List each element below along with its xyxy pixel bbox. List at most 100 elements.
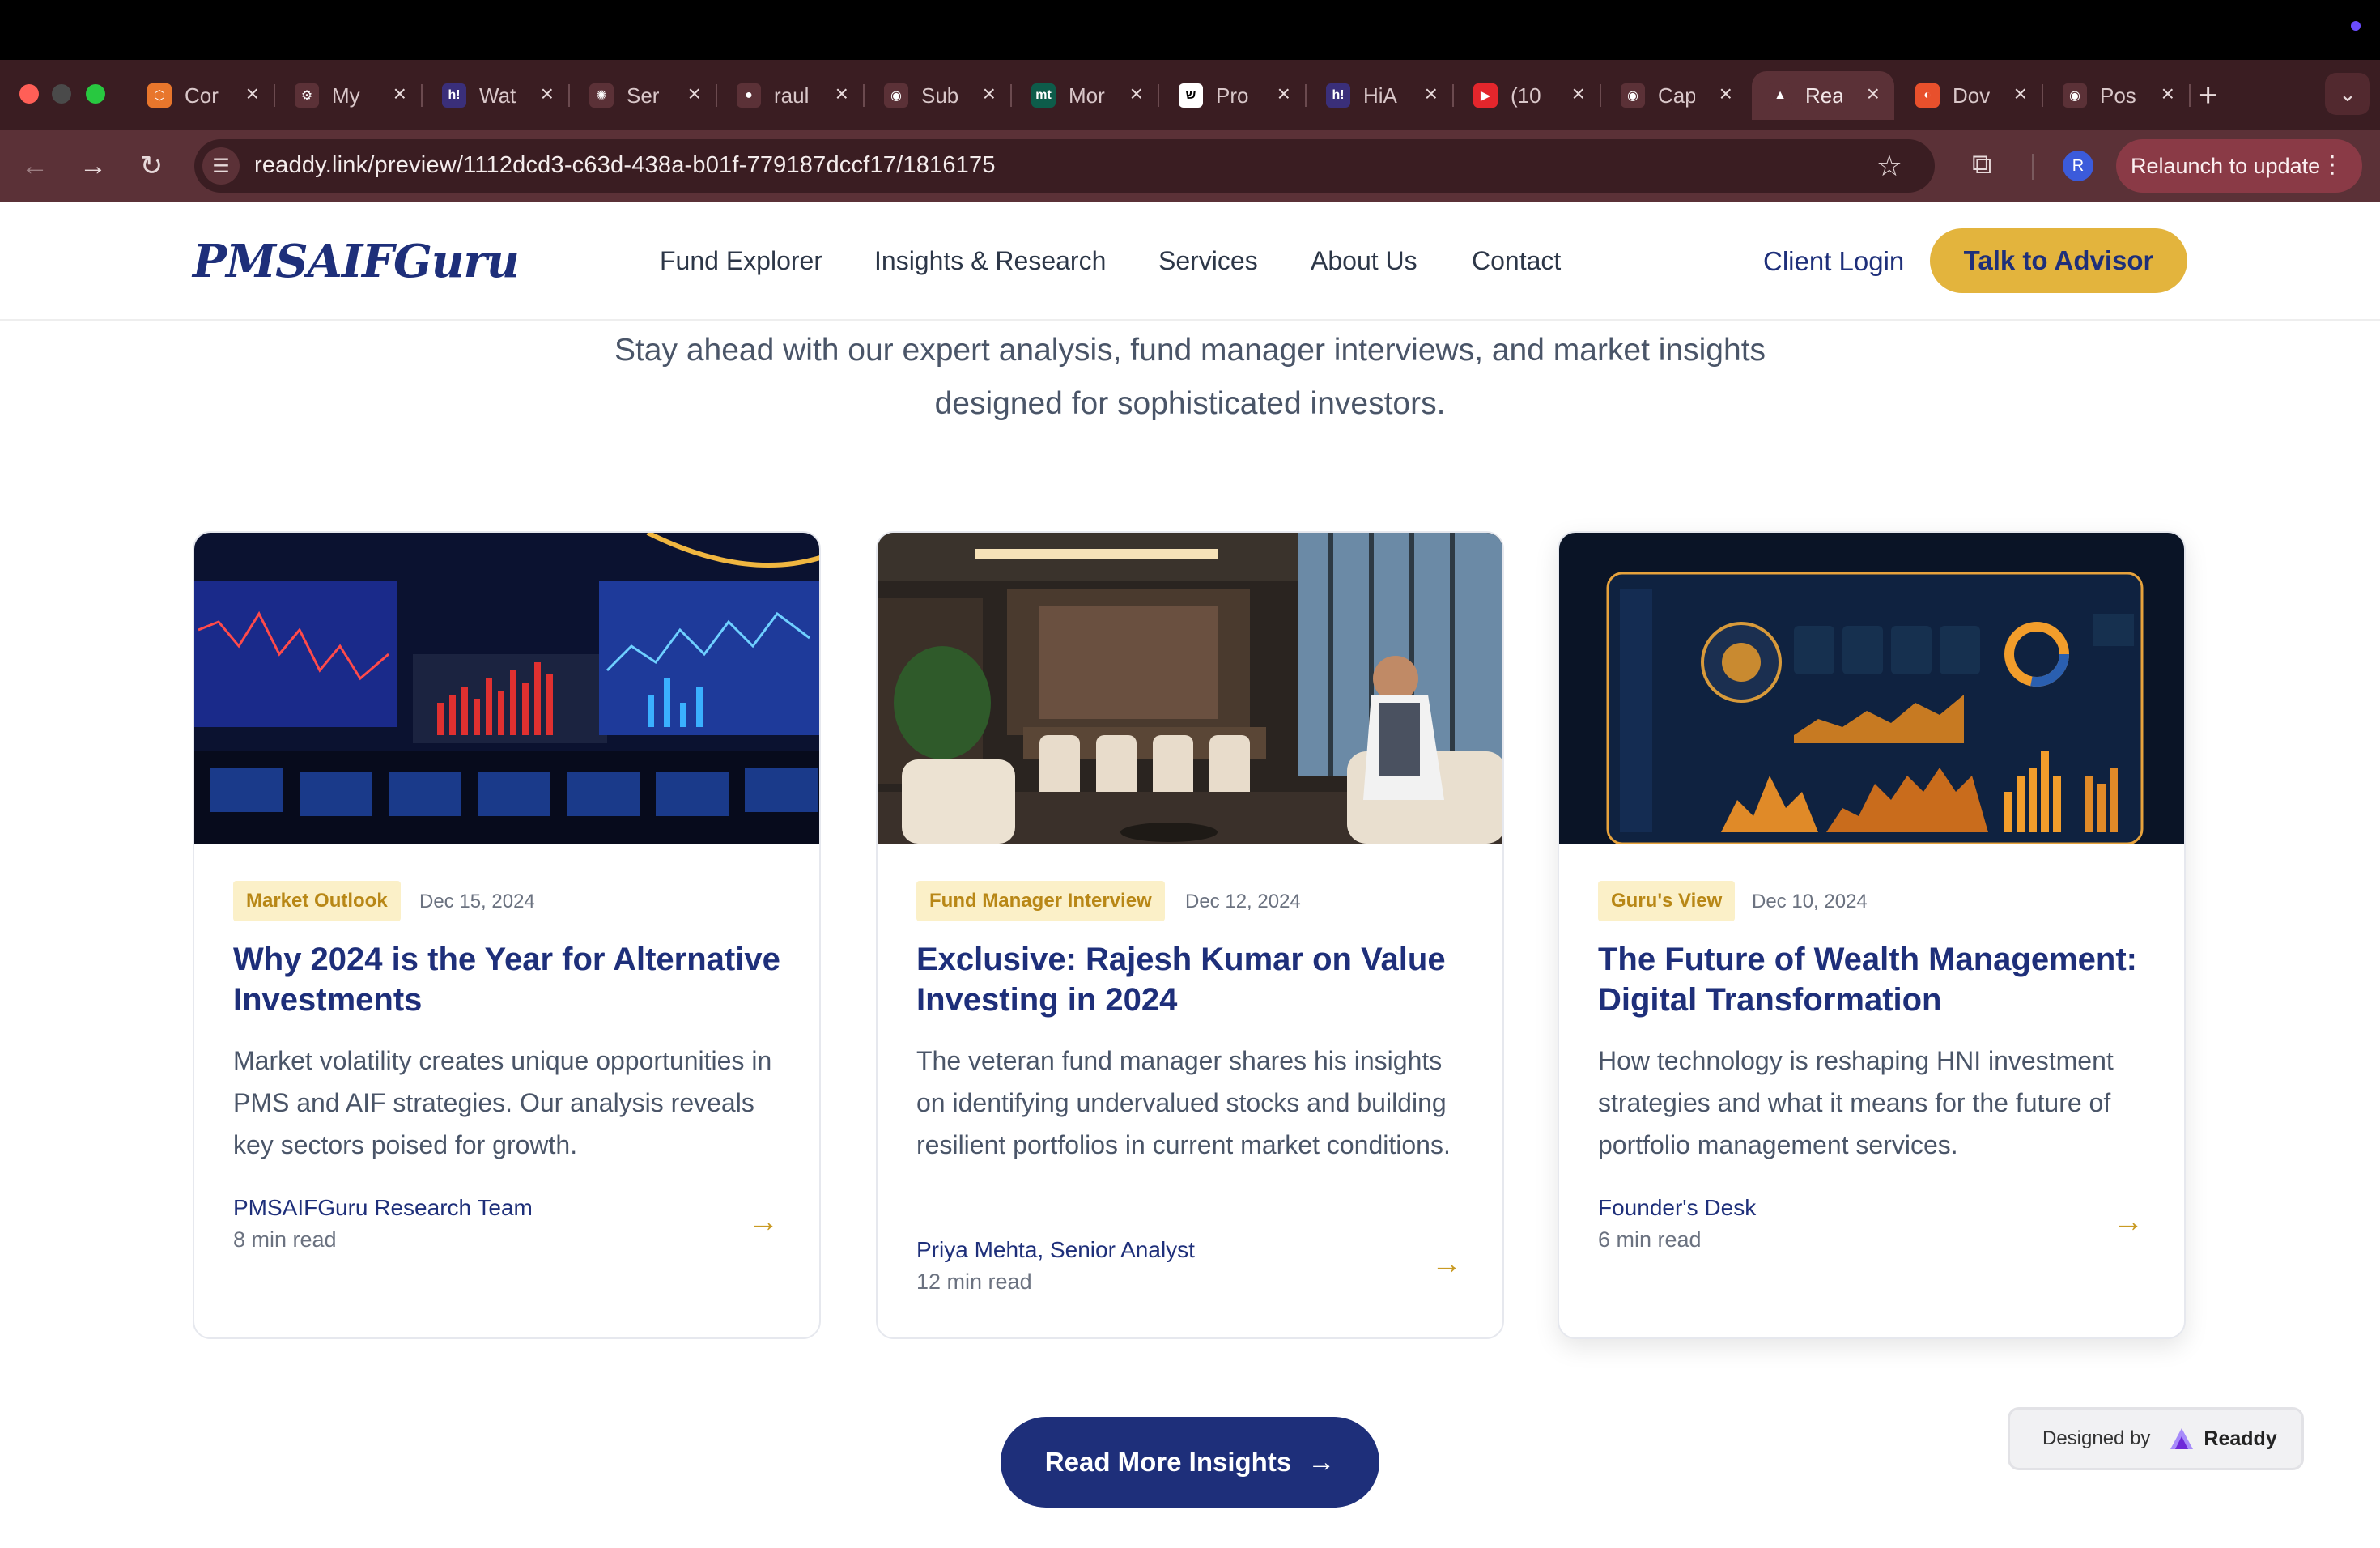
card-read-time: 8 min read xyxy=(233,1227,337,1252)
nav-services[interactable]: Services xyxy=(1158,246,1258,276)
card-description: How technology is reshaping HNI investme… xyxy=(1598,1046,2114,1159)
tab-close-icon[interactable]: × xyxy=(2161,81,2174,107)
tab-close-icon[interactable]: × xyxy=(2014,81,2027,107)
tab-close-icon[interactable]: × xyxy=(541,81,554,107)
card-title[interactable]: The Future of Wealth Management: Digital… xyxy=(1598,939,2157,1020)
card-title[interactable]: Exclusive: Rajesh Kumar on Value Investi… xyxy=(916,939,1475,1020)
tab-label: Mor xyxy=(1069,83,1105,108)
post-date: Dec 12, 2024 xyxy=(1185,891,1301,912)
tab-label: Sub xyxy=(921,83,958,108)
tab-close-icon[interactable]: × xyxy=(688,81,701,107)
tab-divider xyxy=(2042,84,2043,107)
site-header: PMSAIFGuru Fund Explorer Insights & Rese… xyxy=(0,202,2380,321)
site-logo[interactable]: PMSAIFGuru xyxy=(193,235,520,288)
tab-close-icon[interactable]: × xyxy=(835,81,848,107)
site-settings-icon[interactable]: ☰ xyxy=(202,147,240,185)
subtitle-line-1: Stay ahead with our expert analysis, fun… xyxy=(614,333,1766,368)
more-menu-icon[interactable]: ⋮ xyxy=(2320,151,2344,179)
post-date: Dec 15, 2024 xyxy=(419,891,535,912)
browser-tab[interactable]: ◉ Sub × xyxy=(868,71,1012,120)
card-read-time: 12 min read xyxy=(916,1269,1032,1294)
tab-label: Pos xyxy=(2100,83,2136,108)
card-title[interactable]: Why 2024 is the Year for Alternative Inv… xyxy=(233,939,792,1020)
url-text[interactable]: readdy.link/preview/1112dcd3-c63d-438a-b… xyxy=(254,152,996,179)
reload-button[interactable]: ↻ xyxy=(133,147,170,185)
read-more-insights-button[interactable]: Read More Insights → xyxy=(1001,1417,1379,1508)
insight-card-fund-manager-interview[interactable]: Fund Manager Interview Dec 12, 2024 Excl… xyxy=(876,531,1504,1339)
category-tag[interactable]: Fund Manager Interview xyxy=(916,881,1165,921)
tab-close-icon[interactable]: × xyxy=(1719,81,1732,107)
tab-close-icon[interactable]: × xyxy=(246,81,259,107)
tab-label: HiA xyxy=(1363,83,1397,108)
insight-card-market-outlook[interactable]: Market Outlook Dec 15, 2024 Why 2024 is … xyxy=(193,531,821,1339)
arrow-right-icon[interactable]: → xyxy=(1431,1247,1462,1282)
browser-tab[interactable]: ✺ Ser × xyxy=(573,71,717,120)
tab-label: Rea xyxy=(1805,83,1842,108)
card-author: Priya Mehta, Senior Analyst xyxy=(916,1237,1195,1262)
tab-divider xyxy=(274,84,275,107)
client-login-link[interactable]: Client Login xyxy=(1763,246,1904,277)
insight-card-gurus-view[interactable]: Guru's View Dec 10, 2024 The Future of W… xyxy=(1558,531,2186,1339)
window-zoom-button[interactable] xyxy=(86,84,105,104)
address-bar[interactable]: ☰ readdy.link/preview/1112dcd3-c63d-438a… xyxy=(194,139,1935,193)
new-tab-button[interactable]: + xyxy=(2199,78,2217,113)
nav-fund-explorer[interactable]: Fund Explorer xyxy=(660,246,822,276)
card-description: Market volatility creates unique opportu… xyxy=(233,1046,772,1159)
tab-search-button[interactable]: ⌄ xyxy=(2325,73,2370,115)
profile-avatar[interactable]: R xyxy=(2063,151,2093,181)
tab-close-icon[interactable]: × xyxy=(393,81,406,107)
extensions-icon[interactable]: ⧉ xyxy=(1972,149,1991,181)
tab-favicon-icon: ◉ xyxy=(884,83,908,108)
arrow-right-icon[interactable]: → xyxy=(748,1205,779,1240)
browser-tab[interactable]: ▲ Rea × xyxy=(1752,71,1894,120)
forward-button[interactable]: → xyxy=(74,147,112,185)
relaunch-label: Relaunch to update xyxy=(2131,153,2321,178)
browser-tab[interactable]: ● raul × xyxy=(720,71,865,120)
tab-favicon-icon: h! xyxy=(442,83,466,108)
tab-label: raul xyxy=(774,83,810,108)
bookmark-star-icon[interactable]: ☆ xyxy=(1876,149,1902,183)
window-minimize-button[interactable] xyxy=(52,84,71,104)
tab-close-icon[interactable]: × xyxy=(983,81,996,107)
browser-tab[interactable]: ▶ (10 × xyxy=(1457,71,1601,120)
tab-close-icon[interactable]: × xyxy=(1277,81,1290,107)
subtitle-line-2: designed for sophisticated investors. xyxy=(934,386,1446,421)
tab-favicon-icon: ▶ xyxy=(1473,83,1498,108)
tab-close-icon[interactable]: × xyxy=(1425,81,1438,107)
browser-tab[interactable]: h! HiA × xyxy=(1310,71,1454,120)
tab-close-icon[interactable]: × xyxy=(1130,81,1143,107)
tab-divider xyxy=(2189,84,2191,107)
tab-divider xyxy=(716,84,717,107)
talk-to-advisor-button[interactable]: Talk to Advisor xyxy=(1930,228,2187,293)
nav-contact[interactable]: Contact xyxy=(1472,246,1561,276)
tab-divider xyxy=(1600,84,1601,107)
back-button[interactable]: ← xyxy=(16,147,53,185)
browser-tab[interactable]: ◐ Dov × xyxy=(1899,71,2043,120)
browser-tab-strip: ⬡ Cor × ⚙ My × h! Wat × ✺ Ser × ● raul × ◉ Sub × mt Mor × ש Pr… xyxy=(0,60,2380,130)
nav-about-us[interactable]: About Us xyxy=(1311,246,1417,276)
tab-close-icon[interactable]: × xyxy=(1867,81,1880,107)
tab-close-icon[interactable]: × xyxy=(1572,81,1585,107)
tab-label: Ser xyxy=(627,83,660,108)
tab-label: Cap xyxy=(1658,83,1695,108)
tab-divider xyxy=(1010,84,1012,107)
category-tag[interactable]: Guru's View xyxy=(1598,881,1736,921)
tab-favicon-icon: ● xyxy=(737,83,761,108)
designed-by-badge[interactable]: Designed by Readdy xyxy=(2008,1407,2304,1470)
browser-tab[interactable]: ⚙ My × xyxy=(278,71,423,120)
relaunch-button[interactable]: Relaunch to update ⋮ xyxy=(2116,139,2362,193)
tab-favicon-icon: ◐ xyxy=(1915,83,1940,108)
window-close-button[interactable] xyxy=(19,84,39,104)
browser-tab[interactable]: ⬡ Cor × xyxy=(131,71,275,120)
browser-tab[interactable]: ◉ Pos × xyxy=(2046,71,2191,120)
tab-favicon-icon: ◉ xyxy=(1621,83,1645,108)
browser-tab[interactable]: mt Mor × xyxy=(1015,71,1159,120)
trading-floor-image xyxy=(194,533,819,844)
browser-tab[interactable]: h! Wat × xyxy=(426,71,570,120)
card-author: Founder's Desk xyxy=(1598,1195,1757,1220)
nav-insights-research[interactable]: Insights & Research xyxy=(874,246,1106,276)
arrow-right-icon[interactable]: → xyxy=(2113,1205,2144,1240)
category-tag[interactable]: Market Outlook xyxy=(233,881,401,921)
browser-tab[interactable]: ש Pro × xyxy=(1162,71,1307,120)
browser-tab[interactable]: ◉ Cap × xyxy=(1604,71,1747,120)
